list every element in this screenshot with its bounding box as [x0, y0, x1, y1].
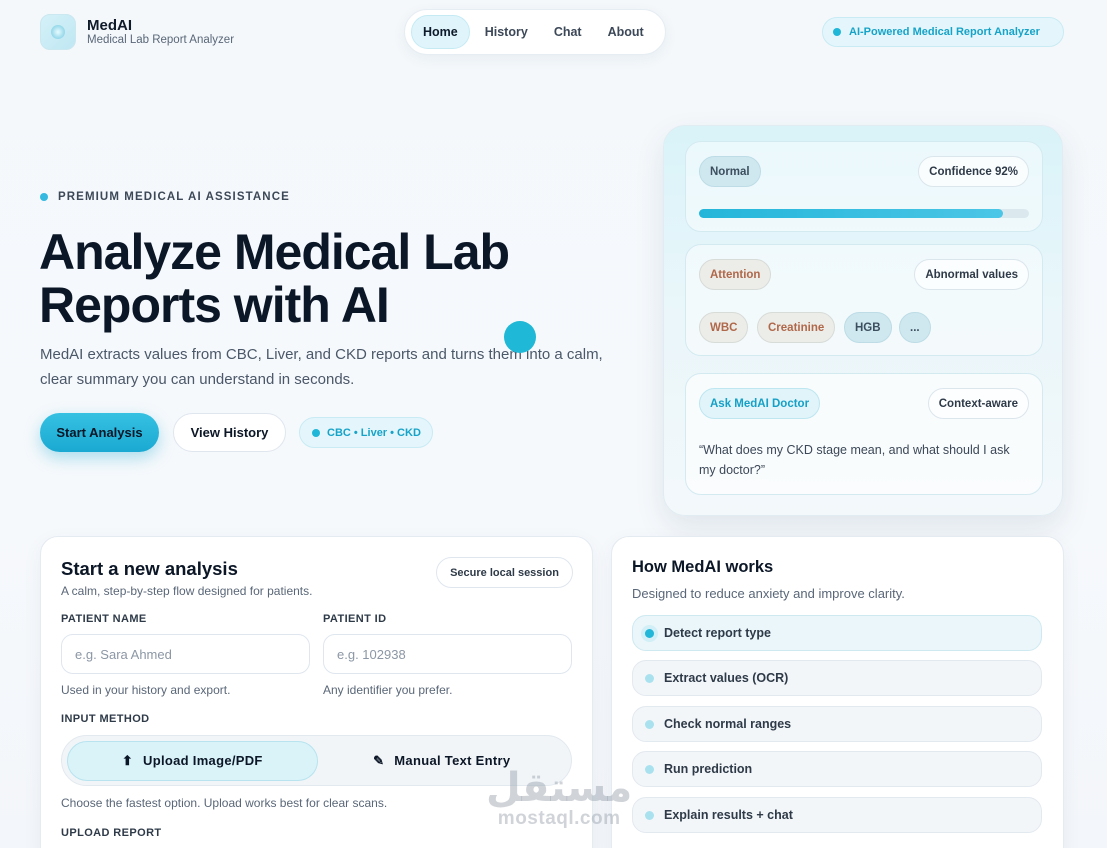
step-dot-icon — [645, 719, 654, 729]
hero-title: Analyze Medical Lab Reports with AI — [39, 226, 639, 332]
ask-doctor-badge[interactable]: Ask MedAI Doctor — [699, 388, 821, 419]
step-label: Detect report type — [664, 626, 771, 640]
chat-preview-block: Ask MedAI Doctor Context-aware “What doe… — [685, 373, 1043, 495]
start-analysis-button[interactable]: Start Analysis — [40, 413, 159, 452]
attention-badge: Attention — [699, 259, 772, 290]
watermark-latin: mostaql.com — [497, 808, 621, 829]
step-dot-icon — [645, 673, 654, 683]
input-method-hint: Choose the fastest option. Upload works … — [61, 796, 388, 810]
step-explain-results: Explain results + chat — [632, 797, 1042, 833]
abnormal-item-more: ... — [899, 312, 931, 343]
step-dot-icon — [645, 628, 654, 638]
upload-arrow-icon: ⬆ — [121, 752, 134, 768]
pencil-icon: ✎ — [373, 752, 385, 768]
step-run-prediction: Run prediction — [632, 751, 1042, 787]
nav-home[interactable]: Home — [411, 15, 470, 49]
step-label: Run prediction — [664, 762, 753, 776]
status-dot-icon — [833, 28, 841, 36]
upload-option-label: Upload Image/PDF — [143, 753, 263, 768]
sample-question-line2: my doctor?” — [699, 463, 765, 477]
nav-history[interactable]: History — [474, 16, 539, 48]
input-method-label: INPUT METHOD — [61, 713, 150, 725]
abnormal-block: Attention Abnormal values WBC Creatinine… — [685, 244, 1043, 356]
sample-question: “What does my CKD stage mean, and what s… — [699, 440, 1034, 480]
step-dot-icon — [645, 810, 654, 820]
step-extract-values: Extract values (OCR) — [632, 660, 1042, 696]
logo-mark-icon — [51, 25, 65, 39]
patient-name-hint: Used in your history and export. — [61, 683, 231, 697]
new-analysis-subtitle: A calm, step-by-step flow designed for p… — [61, 584, 313, 598]
patient-id-hint: Any identifier you prefer. — [323, 683, 453, 697]
step-check-ranges: Check normal ranges — [632, 706, 1042, 742]
hero-title-line1: Analyze Medical Lab — [39, 224, 510, 280]
decorative-dot-icon — [504, 321, 536, 353]
step-detect-report-type: Detect report type — [632, 615, 1042, 651]
hero-subtitle: MedAI extracts values from CBC, Liver, a… — [40, 342, 660, 392]
step-label: Extract values (OCR) — [664, 671, 789, 685]
nav-about[interactable]: About — [597, 16, 655, 48]
context-aware-badge: Context-aware — [927, 388, 1029, 419]
confidence-progress-fill — [699, 209, 1003, 218]
sample-question-line1: “What does my CKD stage mean, and what s… — [699, 443, 1010, 457]
watermark-arabic: مستقل — [486, 765, 633, 811]
patient-name-label: PATIENT NAME — [61, 613, 147, 625]
result-preview-card: Normal Confidence 92% Attention Abnormal… — [663, 125, 1063, 516]
report-types-chip: CBC • Liver • CKD — [299, 417, 433, 448]
eyebrow-dot-icon — [40, 193, 48, 201]
patient-name-input[interactable] — [61, 634, 310, 674]
patient-id-input[interactable] — [323, 634, 572, 674]
how-it-works-subtitle: Designed to reduce anxiety and improve c… — [632, 586, 905, 601]
eyebrow-text: PREMIUM MEDICAL AI ASSISTANCE — [58, 191, 290, 203]
step-label: Explain results + chat — [664, 808, 793, 822]
abnormal-values-badge: Abnormal values — [914, 259, 1029, 290]
step-label: Check normal ranges — [664, 717, 792, 731]
new-analysis-title: Start a new analysis — [61, 558, 238, 579]
nav-chat[interactable]: Chat — [543, 16, 593, 48]
view-history-button[interactable]: View History — [173, 413, 286, 452]
upload-report-label: UPLOAD REPORT — [61, 827, 162, 839]
report-types-label: CBC • Liver • CKD — [327, 426, 421, 439]
brand-subtitle: Medical Lab Report Analyzer — [87, 34, 235, 46]
patient-id-label: PATIENT ID — [323, 613, 387, 625]
abnormal-item-hgb: HGB — [844, 312, 892, 343]
step-dot-icon — [645, 764, 654, 774]
status-normal-badge: Normal — [699, 156, 761, 187]
ai-powered-badge: AI-Powered Medical Report Analyzer — [822, 17, 1064, 47]
ai-badge-label: AI-Powered Medical Report Analyzer — [849, 26, 1040, 38]
upload-option-button[interactable]: ⬆ Upload Image/PDF — [67, 740, 318, 781]
abnormal-item-wbc: WBC — [699, 312, 749, 343]
hero-subtitle-line2: clear summary you can understand in seco… — [40, 371, 355, 388]
secure-session-badge: Secure local session — [436, 557, 573, 588]
abnormal-item-creatinine: Creatinine — [757, 312, 836, 343]
confidence-block: Normal Confidence 92% — [685, 141, 1043, 232]
brand-name: MedAI — [87, 17, 132, 34]
confidence-badge: Confidence 92% — [918, 156, 1029, 187]
chip-dot-icon — [312, 428, 320, 437]
logo[interactable] — [40, 14, 76, 50]
watermark: مستقل mostaql.com — [486, 768, 632, 830]
hero-eyebrow: PREMIUM MEDICAL AI ASSISTANCE — [40, 191, 290, 203]
main-nav: Home History Chat About — [404, 9, 666, 55]
confidence-progress — [699, 209, 1029, 218]
hero-title-line2: Reports with AI — [39, 277, 390, 333]
how-it-works-title: How MedAI works — [632, 558, 774, 576]
